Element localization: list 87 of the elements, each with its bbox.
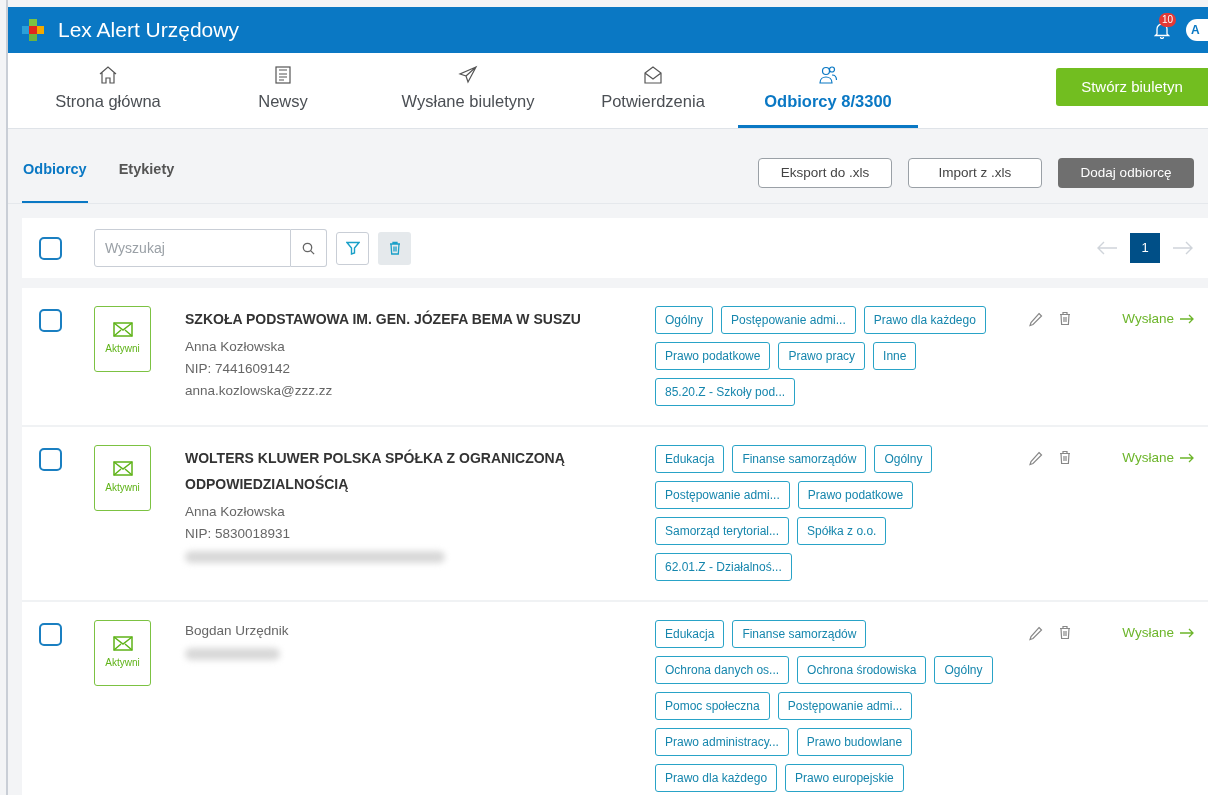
tag: Prawo dla każdego: [863, 306, 986, 334]
user-avatar[interactable]: A: [1186, 19, 1208, 41]
tag: Postępowanie admi...: [721, 306, 856, 334]
action-button[interactable]: Eksport do .xls: [758, 158, 892, 188]
search-field[interactable]: Wyszukaj: [94, 229, 291, 267]
nav-tab[interactable]: Potwierdzenia: [568, 53, 738, 128]
arrow-right-icon: [1180, 314, 1194, 325]
bell-icon[interactable]: [1154, 21, 1170, 39]
recipient-detail: Anna Kozłowska: [185, 338, 286, 356]
edit-button[interactable]: [1029, 451, 1043, 466]
tag: Ogólny: [655, 306, 714, 334]
pencil-icon: [1029, 312, 1043, 327]
action-button[interactable]: Import z .xls: [908, 158, 1042, 188]
tag: Prawo administracy...: [655, 728, 789, 756]
nav-tab[interactable]: Strona główna: [18, 53, 198, 128]
tag: Ochrona danych os...: [655, 656, 790, 684]
envelope-icon: [112, 636, 133, 651]
add-recipient-button[interactable]: Dodaj odbiorcę: [1058, 158, 1194, 188]
newspaper-icon: [273, 64, 293, 85]
trash-icon: [388, 241, 401, 255]
edit-button[interactable]: [1029, 312, 1043, 327]
delete-button[interactable]: [1059, 450, 1071, 465]
row-checkbox[interactable]: [39, 448, 62, 471]
envelope-icon: [643, 64, 663, 85]
row-checkbox[interactable]: [39, 309, 62, 332]
delete-button[interactable]: [1059, 311, 1071, 326]
tag: Pomoc społeczna: [655, 692, 770, 720]
home-icon: [98, 64, 118, 85]
delete-button[interactable]: [1059, 625, 1071, 640]
tag: Prawo podatkowe: [797, 481, 914, 509]
filter-button[interactable]: [336, 231, 369, 265]
tag: Ogólny: [874, 445, 933, 473]
pencil-icon: [1029, 451, 1043, 466]
subtab[interactable]: Etykiety: [117, 159, 176, 203]
tag: Spółka z o.o.: [797, 517, 887, 545]
tag: Finanse samorządów: [732, 620, 867, 648]
tag: Prawo pracy: [778, 342, 866, 370]
people-icon: [818, 64, 838, 85]
recipient-name: SZKOŁA PODSTAWOWA IM. GEN. JÓZEFA BEMA W SUSZU: [185, 309, 582, 329]
tag: Postępowanie admi...: [777, 692, 913, 720]
notification-badge: 10: [1159, 13, 1177, 27]
edit-button[interactable]: [1029, 626, 1043, 641]
tag: Finanse samorządów: [732, 445, 867, 473]
status-badge: Aktywni: [94, 306, 151, 372]
tag: Edukacja: [655, 445, 725, 473]
pencil-icon: [1029, 626, 1043, 641]
recipient-detail: NIP: 7441609142: [185, 360, 292, 378]
delete-button[interactable]: [378, 231, 411, 265]
tag: 62.01.Z - Działalnoś...: [655, 553, 792, 581]
search-icon: [302, 241, 315, 255]
tag: Ogólny: [934, 656, 993, 684]
search-button[interactable]: [291, 229, 327, 267]
recipient-detail: Bogdan Urzędnik: [185, 622, 290, 640]
tag: Inne: [873, 342, 917, 370]
recipient-detail: NIP: 5830018931: [185, 525, 292, 543]
tag: Prawo europejskie: [785, 764, 904, 792]
filter-icon: [345, 241, 360, 255]
trash-icon: [1059, 450, 1071, 465]
select-all-checkbox[interactable]: [39, 236, 62, 260]
tag: 85.20.Z - Szkoły pod...: [655, 378, 796, 406]
trash-icon: [1059, 311, 1071, 326]
page-button[interactable]: 1: [1130, 233, 1160, 263]
status-badge: Aktywni: [94, 620, 151, 686]
status-badge: Aktywni: [94, 445, 151, 511]
envelope-icon: [112, 322, 133, 337]
tag: Prawo budowlane: [796, 728, 913, 756]
arrow-right-icon: [1180, 628, 1194, 639]
tag: Samorząd terytorial...: [655, 517, 790, 545]
tag: Prawo dla każdego: [655, 764, 778, 792]
tag: Ochrona środowiska: [797, 656, 927, 684]
nav-tab[interactable]: Newsy: [198, 53, 368, 128]
subtab[interactable]: Odbiorcy: [22, 159, 88, 203]
nav-tab[interactable]: Wysłane biuletyny: [368, 53, 568, 128]
recipient-detail: Anna Kozłowska: [185, 503, 286, 521]
envelope-icon: [112, 461, 133, 476]
tag: Prawo podatkowe: [655, 342, 771, 370]
app-title: Lex Alert Urzędowy: [58, 17, 239, 44]
logo-icon: [20, 17, 46, 43]
paper-plane-icon: [458, 64, 478, 85]
tag: Edukacja: [655, 620, 725, 648]
arrow-right-icon: [1180, 453, 1194, 464]
tag: Postępowanie admi...: [655, 481, 790, 509]
recipient-detail: anna.kozlowska@zzz.zz: [185, 382, 334, 400]
nav-tab[interactable]: Odbiorcy 8/3300: [738, 53, 918, 128]
row-checkbox[interactable]: [39, 623, 62, 646]
recipient-name: WOLTERS KLUWER POLSKA SPÓŁKA Z OGRANICZONĄ ODPOWIEDZIALNOŚCIĄ: [185, 448, 566, 494]
trash-icon: [1059, 625, 1071, 640]
